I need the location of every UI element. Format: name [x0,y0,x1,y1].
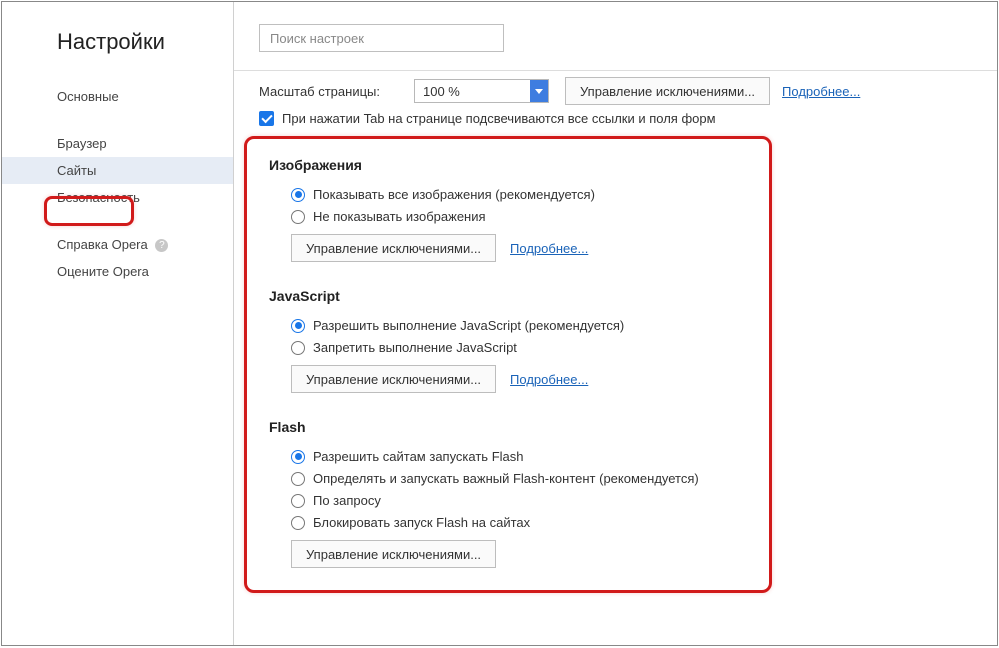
main-content: Масштаб страницы: 100 % Управление исклю… [234,2,997,645]
sidebar-item-sites[interactable]: Сайты [2,157,233,184]
sidebar-item-security[interactable]: Безопасность [2,184,233,211]
radio-label: Разрешить выполнение JavaScript (рекомен… [313,318,624,333]
radio-label: По запросу [313,493,381,508]
section-title: Flash [269,419,747,435]
radio-label: Запретить выполнение JavaScript [313,340,517,355]
tab-focus-row[interactable]: При нажатии Tab на странице подсвечивают… [234,111,997,126]
javascript-section: JavaScript Разрешить выполнение JavaScri… [269,288,747,393]
section-title: Изображения [269,157,747,173]
images-exceptions-button[interactable]: Управление исключениями... [291,234,496,262]
zoom-label: Масштаб страницы: [259,84,414,99]
radio-option[interactable]: Разрешить выполнение JavaScript (рекомен… [269,318,747,333]
radio-checked-icon[interactable] [291,450,305,464]
javascript-exceptions-button[interactable]: Управление исключениями... [291,365,496,393]
radio-label: Блокировать запуск Flash на сайтах [313,515,530,530]
javascript-more-link[interactable]: Подробнее... [510,372,588,387]
chevron-down-icon [530,80,548,102]
radio-option[interactable]: Не показывать изображения [269,209,747,224]
page-title: Настройки [2,24,233,83]
flash-exceptions-button[interactable]: Управление исключениями... [291,540,496,568]
zoom-value: 100 % [423,84,460,99]
radio-option[interactable]: Запретить выполнение JavaScript [269,340,747,355]
radio-option[interactable]: Блокировать запуск Flash на сайтах [269,515,747,530]
sidebar: Настройки Основные Браузер Сайты Безопас… [2,2,234,645]
checkbox-checked-icon[interactable] [259,111,274,126]
radio-icon[interactable] [291,472,305,486]
zoom-select[interactable]: 100 % [414,79,549,103]
sidebar-item-basic[interactable]: Основные [2,83,233,110]
radio-icon[interactable] [291,210,305,224]
sidebar-item-label: Справка Opera [57,237,148,252]
radio-icon[interactable] [291,341,305,355]
radio-label: Разрешить сайтам запускать Flash [313,449,523,464]
radio-icon[interactable] [291,494,305,508]
search-input[interactable] [259,24,504,52]
images-more-link[interactable]: Подробнее... [510,241,588,256]
tab-focus-label: При нажатии Tab на странице подсвечивают… [282,111,716,126]
radio-option[interactable]: По запросу [269,493,747,508]
sidebar-item-browser[interactable]: Браузер [2,130,233,157]
radio-checked-icon[interactable] [291,188,305,202]
highlighted-settings-area: Изображения Показывать все изображения (… [244,136,772,593]
radio-label: Определять и запускать важный Flash-конт… [313,471,699,486]
radio-label: Не показывать изображения [313,209,486,224]
radio-option[interactable]: Показывать все изображения (рекомендуетс… [269,187,747,202]
sidebar-item-help[interactable]: Справка Opera ? [2,231,233,258]
radio-icon[interactable] [291,516,305,530]
zoom-more-link[interactable]: Подробнее... [782,84,860,99]
radio-option[interactable]: Разрешить сайтам запускать Flash [269,449,747,464]
images-section: Изображения Показывать все изображения (… [269,157,747,262]
section-title: JavaScript [269,288,747,304]
sidebar-item-rate[interactable]: Оцените Opera [2,258,233,285]
radio-label: Показывать все изображения (рекомендуетс… [313,187,595,202]
help-icon: ? [155,239,168,252]
radio-option[interactable]: Определять и запускать важный Flash-конт… [269,471,747,486]
radio-checked-icon[interactable] [291,319,305,333]
flash-section: Flash Разрешить сайтам запускать Flash О… [269,419,747,568]
zoom-exceptions-button[interactable]: Управление исключениями... [565,77,770,105]
page-zoom-section: Масштаб страницы: 100 % Управление исклю… [234,70,997,105]
